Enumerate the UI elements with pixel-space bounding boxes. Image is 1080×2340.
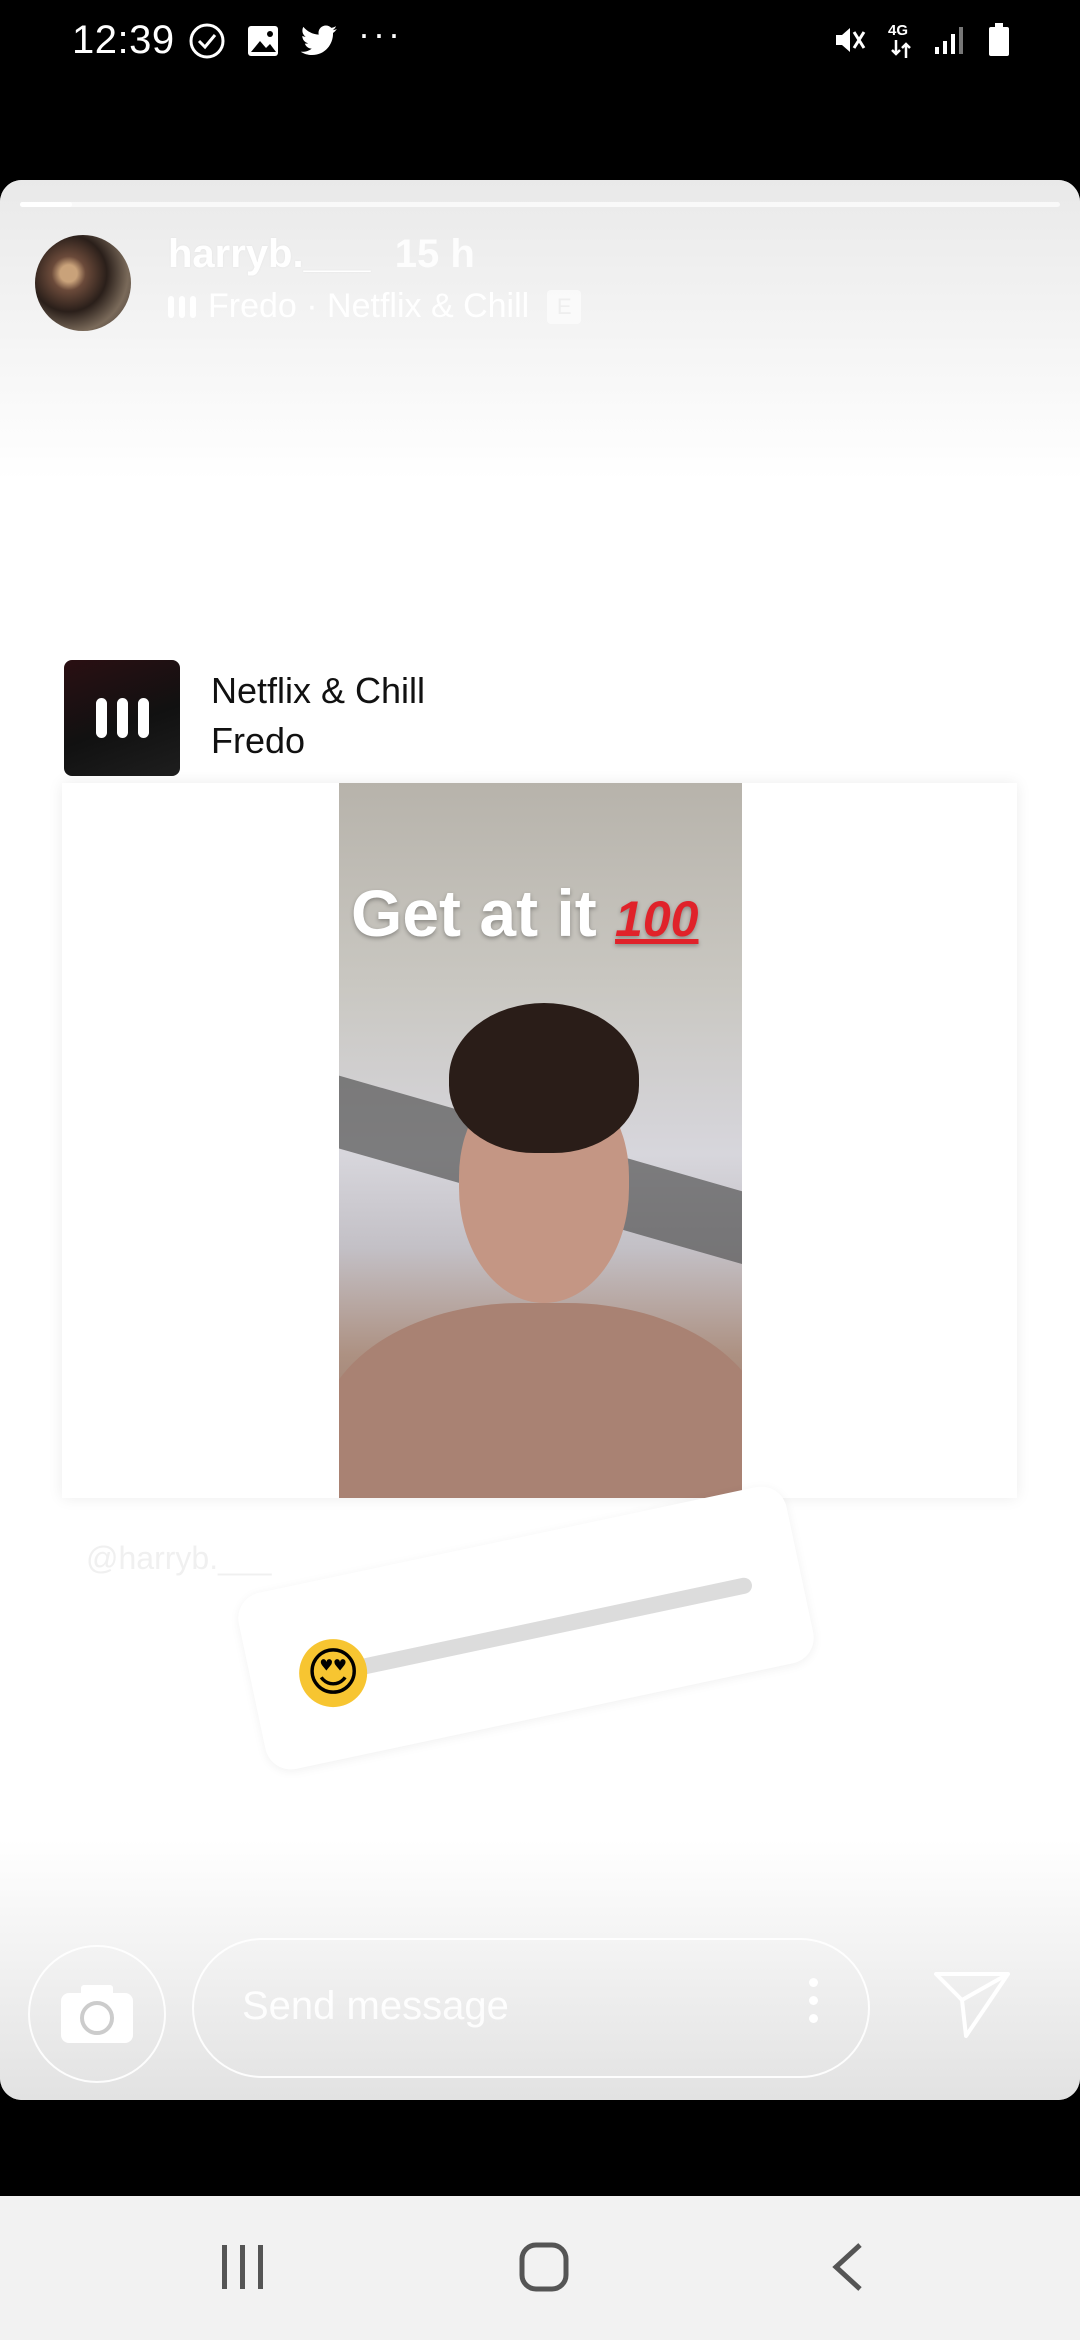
send-icon[interactable] — [932, 1968, 1012, 2040]
system-navigation-bar — [0, 2196, 1080, 2340]
story-progress-fill — [20, 202, 72, 207]
username[interactable]: harryb.___ — [168, 232, 370, 276]
home-icon[interactable] — [518, 2241, 570, 2293]
caption-text: Get at it — [351, 876, 597, 950]
status-bar: 12:39 ··· 4G — [0, 0, 1080, 90]
post-photo: Get at it 100 — [339, 783, 742, 1498]
recent-apps-icon[interactable] — [218, 2241, 268, 2293]
music-line-text: Fredo · Netflix & Chill — [208, 287, 530, 325]
post-attribution[interactable]: @harryb.___ — [86, 1540, 271, 1577]
check-circle-icon — [189, 23, 225, 59]
album-art — [64, 660, 180, 776]
clock: 12:39 — [72, 18, 175, 62]
send-message-input[interactable]: Send message — [192, 1938, 870, 2078]
story-header: harryb.___ 15 h Fredo · Netflix & Chill … — [168, 232, 582, 326]
camera-icon — [61, 1985, 133, 2043]
slider-emoji-thumb[interactable]: 😍 — [299, 1639, 368, 1708]
emoji-slider[interactable]: 😍 — [233, 1481, 819, 1775]
story-viewer[interactable]: harryb.___ 15 h Fredo · Netflix & Chill … — [0, 180, 1080, 2100]
slider-track[interactable] — [319, 1576, 754, 1684]
story-music-info[interactable]: Fredo · Netflix & Chill E — [168, 287, 582, 326]
system-icons: 4G — [832, 22, 1010, 58]
network-type: 4G — [888, 22, 909, 39]
4g-icon: 4G — [888, 22, 914, 58]
explicit-badge: E — [547, 289, 582, 324]
song-artist: Fredo — [211, 720, 306, 761]
signal-icon — [935, 27, 963, 54]
avatar[interactable] — [35, 235, 131, 331]
twitter-icon — [300, 25, 337, 55]
more-notifications: ··· — [358, 13, 403, 54]
image-icon — [248, 26, 278, 56]
hundred-points-icon: 100 — [615, 891, 699, 947]
notification-icons: ··· — [188, 16, 403, 60]
mute-icon — [836, 28, 866, 52]
battery-icon — [989, 23, 1009, 56]
shared-post[interactable]: Get at it 100 — [62, 783, 1017, 1498]
back-icon[interactable] — [828, 2241, 868, 2293]
music-sticker[interactable]: Netflix & Chill Fredo — [46, 640, 476, 776]
audio-bars-icon — [168, 295, 196, 318]
photo-caption: Get at it 100 — [351, 875, 698, 951]
song-title: Netflix & Chill — [211, 670, 426, 711]
audio-bars-icon — [95, 698, 107, 738]
story-progress-bar — [20, 202, 1060, 207]
camera-button[interactable] — [28, 1945, 166, 2083]
more-options-icon[interactable] — [809, 1978, 818, 2023]
message-placeholder: Send message — [242, 1984, 509, 2028]
time-ago: 15 h — [394, 232, 475, 276]
